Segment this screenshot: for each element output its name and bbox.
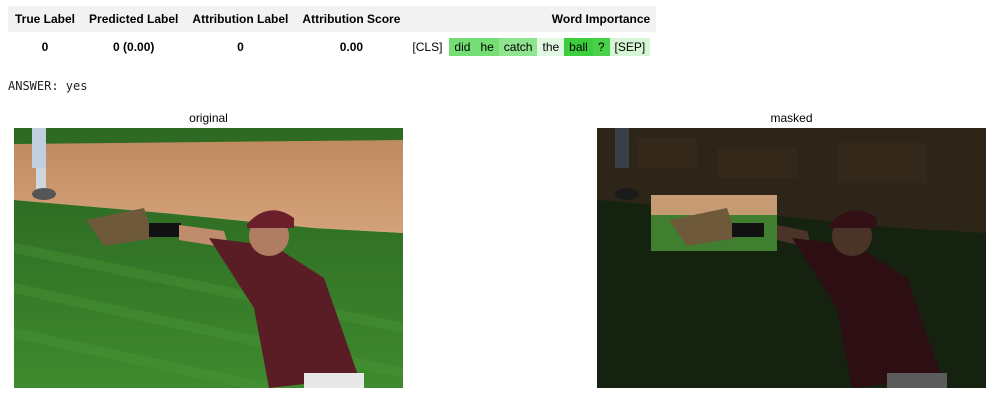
token-cls: [CLS]	[407, 38, 448, 56]
cell-attribution-score: 0.00	[339, 40, 364, 54]
header-predicted-label: Predicted Label	[82, 6, 186, 32]
token-did: did	[449, 38, 476, 56]
token-sep: [SEP]	[609, 38, 651, 56]
masked-title: masked	[770, 111, 813, 125]
answer-text: ANSWER: yes	[8, 79, 88, 93]
header-attribution-label: Attribution Label	[185, 6, 296, 32]
cell-word-importance: [CLS] did he catch the ball? [SEP]	[407, 32, 656, 62]
original-image	[14, 128, 403, 388]
table-header-row: True Label Predicted Label Attribution L…	[8, 6, 657, 32]
header-word-importance: Word Importance	[407, 6, 657, 32]
cell-true-label: 0	[41, 40, 49, 54]
header-true-label: True Label	[8, 6, 83, 32]
attribution-table: True Label Predicted Label Attribution L…	[8, 6, 657, 62]
token-the: the	[537, 38, 565, 56]
token-catch: catch	[498, 38, 538, 56]
table-row: 0 0 (0.00) 0 0.00 [CLS] did he catch the ball…	[8, 32, 656, 62]
masked-image	[597, 128, 986, 388]
token-he: he	[475, 38, 499, 56]
cell-predicted-label: 0 (0.00)	[113, 40, 155, 54]
cell-attribution-label: 0	[237, 40, 244, 54]
original-title: original	[189, 111, 228, 125]
header-attribution-score: Attribution Score	[295, 6, 408, 32]
token-question: ?	[592, 38, 610, 56]
token-ball: ball	[564, 38, 593, 56]
